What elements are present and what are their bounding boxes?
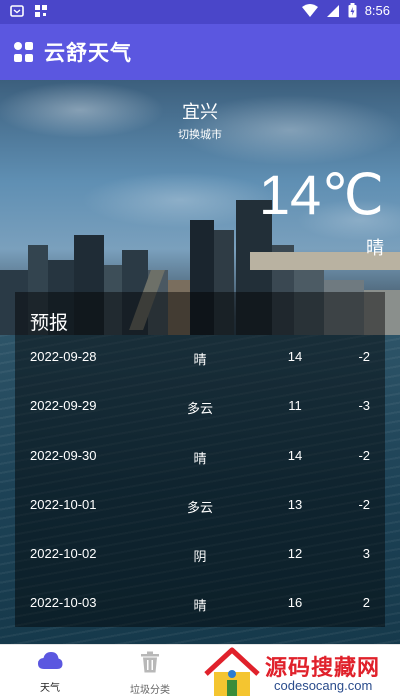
forecast-condition: 阴 xyxy=(193,550,207,565)
forecast-high: 14 xyxy=(287,448,303,463)
status-bar: 8:56 xyxy=(0,0,400,24)
cloud-icon xyxy=(38,652,63,669)
house-logo-icon xyxy=(204,647,260,696)
forecast-low: -2 xyxy=(358,349,370,364)
forecast-low: -3 xyxy=(358,398,370,413)
app-bar: 云舒天气 xyxy=(0,24,400,80)
current-temperature: 14℃ xyxy=(258,163,384,226)
forecast-high: 13 xyxy=(287,497,303,512)
forecast-low: 2 xyxy=(362,595,370,610)
forecast-high: 14 xyxy=(287,349,303,364)
forecast-high: 16 xyxy=(287,595,303,610)
watermark: 源码搜藏网 codesocang.com xyxy=(200,644,400,700)
wifi-icon xyxy=(301,3,318,17)
forecast-low: -2 xyxy=(358,497,370,512)
notification-icon xyxy=(10,5,24,17)
forecast-condition: 多云 xyxy=(186,402,213,417)
forecast-high: 12 xyxy=(287,546,303,561)
forecast-high: 11 xyxy=(288,398,302,413)
status-left xyxy=(10,4,48,18)
forecast-date: 2022-10-01 xyxy=(30,497,97,512)
current-condition: 晴 xyxy=(366,238,384,259)
forecast-date: 2022-10-02 xyxy=(30,546,97,561)
forecast-row: 2022-10-02 阴 12 3 xyxy=(15,546,385,570)
forecast-condition: 晴 xyxy=(193,599,207,614)
forecast-panel: 预报 2022-09-28 晴 14 -2 2022-09-29 多云 11 -… xyxy=(15,292,385,627)
forecast-title: 预报 xyxy=(30,312,69,334)
forecast-date: 2022-09-30 xyxy=(30,448,97,463)
nav-label-weather: 天气 xyxy=(40,683,60,694)
trash-icon xyxy=(141,651,159,673)
forecast-low: -2 xyxy=(358,448,370,463)
forecast-condition: 多云 xyxy=(186,501,213,516)
forecast-row: 2022-09-30 晴 14 -2 xyxy=(15,448,385,472)
nav-item-garbage-sorting[interactable]: 垃圾分类 xyxy=(110,651,190,696)
forecast-row: 2022-09-29 多云 11 -3 xyxy=(15,398,385,422)
status-time: 8:56 xyxy=(364,3,390,18)
app-title: 云舒天气 xyxy=(44,41,132,65)
forecast-date: 2022-09-29 xyxy=(30,398,97,413)
forecast-row: 2022-10-03 晴 16 2 xyxy=(15,595,385,619)
signal-icon xyxy=(326,4,339,17)
watermark-subtitle: codesocang.com xyxy=(274,678,373,693)
app-logo-icon xyxy=(14,42,34,62)
nav-label-garbage-sorting: 垃圾分类 xyxy=(130,685,170,696)
status-right: 8:56 xyxy=(301,3,390,18)
forecast-row: 2022-09-28 晴 14 -2 xyxy=(15,349,385,373)
switch-city-link[interactable]: 切换城市 xyxy=(0,126,400,142)
city-header: 宜兴 切换城市 xyxy=(0,98,400,142)
qr-icon xyxy=(35,5,47,17)
nav-item-weather[interactable]: 天气 xyxy=(10,651,90,694)
forecast-condition: 晴 xyxy=(193,353,207,368)
forecast-low: 3 xyxy=(362,546,370,561)
battery-icon xyxy=(348,3,357,18)
forecast-date: 2022-10-03 xyxy=(30,595,97,610)
city-name: 宜兴 xyxy=(182,102,218,123)
forecast-condition: 晴 xyxy=(193,452,207,467)
forecast-date: 2022-09-28 xyxy=(30,349,97,364)
forecast-row: 2022-10-01 多云 13 -2 xyxy=(15,497,385,521)
